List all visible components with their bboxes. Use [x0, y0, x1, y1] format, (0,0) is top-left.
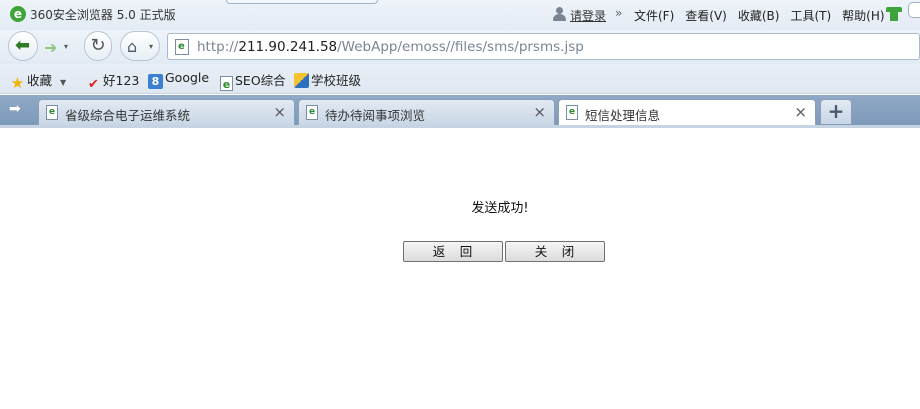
page-icon: e: [175, 39, 189, 55]
bookmark-favorites-label: 收藏: [27, 73, 53, 88]
tab-bar: ➡ e 省级综合电子运维系统 × e 待办待阅事项浏览 × e 短信处理信息 ×…: [0, 95, 920, 126]
url-scheme: http://: [197, 39, 239, 55]
menu-tools[interactable]: 工具(T): [790, 7, 831, 24]
close-icon[interactable]: ×: [273, 103, 286, 121]
close-icon[interactable]: ×: [794, 103, 807, 121]
page-icon: e: [566, 105, 578, 120]
bookmark-seo[interactable]: e SEO综合: [220, 70, 286, 91]
bookmark-favorites[interactable]: ★ 收藏 ▼: [10, 70, 67, 92]
tab-label: 待办待阅事项浏览: [325, 108, 426, 123]
url-host: 211.90.241.58: [238, 39, 338, 55]
google-icon: 8: [148, 74, 163, 89]
bookmark-school-label: 学校班级: [311, 73, 362, 88]
page-icon: e: [306, 105, 318, 120]
forward-arrow-icon[interactable]: ➜: [44, 38, 57, 57]
chevron-right-icon: »: [615, 6, 623, 20]
login-link[interactable]: 请登录: [570, 7, 606, 24]
url-path: /WebApp/emoss//files/sms/prsms.jsp: [337, 39, 584, 55]
home-dropdown-icon[interactable]: ▾: [149, 42, 153, 51]
address-bar[interactable]: e http://211.90.241.58/WebApp/emoss//fil…: [167, 33, 920, 60]
refresh-button[interactable]: ↻: [84, 31, 112, 61]
tab-label: 省级综合电子运维系统: [65, 108, 191, 123]
window-controls-edge: [908, 2, 920, 18]
bookmark-school[interactable]: 学校班级: [294, 70, 361, 88]
back-arrow-icon: ⬅: [15, 35, 31, 56]
home-button[interactable]: ⌂ ▾: [120, 31, 160, 61]
title-bar-notch: [226, 0, 378, 4]
tab-sms-info[interactable]: e 短信处理信息 ×: [558, 99, 816, 126]
plus-icon: +: [827, 99, 845, 123]
browser-logo-icon: e: [10, 6, 26, 22]
user-icon[interactable]: [552, 7, 566, 21]
menu-favorites[interactable]: 收藏(B): [738, 7, 780, 24]
navigation-bar: ⬅ ➜ ▾ ↻ ⌂ ▾ e http://211.90.241.58/WebAp…: [0, 30, 920, 64]
page-content: 发送成功! 返 回 关 闭: [0, 128, 920, 409]
bookmark-google[interactable]: 8 Google: [148, 70, 210, 89]
close-button[interactable]: 关 闭: [505, 241, 605, 262]
page-icon: e: [220, 76, 233, 91]
home-icon: ⌂: [127, 37, 138, 56]
chevron-down-icon: ▼: [60, 78, 67, 87]
hao123-icon: ✔: [88, 77, 99, 92]
return-button[interactable]: 返 回: [403, 241, 503, 262]
close-icon[interactable]: ×: [533, 103, 546, 121]
school-icon: [294, 73, 309, 88]
bookmark-google-label: Google: [165, 70, 210, 85]
star-icon: ★: [10, 74, 25, 92]
back-button[interactable]: ⬅: [8, 31, 38, 61]
refresh-icon: ↻: [90, 35, 106, 56]
page-icon: e: [46, 105, 58, 120]
menu-bar: 文件(F) 查看(V) 收藏(B) 工具(T) 帮助(H): [634, 7, 896, 24]
sidebar-toggle-icon[interactable]: ➡: [9, 101, 21, 117]
bookmark-hao123-label: 好123: [103, 73, 140, 88]
tab-label: 短信处理信息: [585, 108, 661, 123]
menu-help[interactable]: 帮助(H): [842, 7, 884, 24]
status-message: 发送成功!: [471, 201, 529, 216]
bookmark-hao123[interactable]: ✔ 好123: [86, 70, 140, 92]
tab-todo-browse[interactable]: e 待办待阅事项浏览 ×: [298, 99, 555, 125]
tab-ops-system[interactable]: e 省级综合电子运维系统 ×: [38, 99, 295, 125]
bookmark-seo-label: SEO综合: [235, 73, 286, 88]
new-tab-button[interactable]: +: [820, 99, 852, 124]
menu-file[interactable]: 文件(F): [634, 7, 674, 24]
forward-dropdown-icon[interactable]: ▾: [64, 42, 68, 51]
window-title: 360安全浏览器 5.0 正式版: [30, 8, 176, 22]
title-bar: e 360安全浏览器 5.0 正式版 请登录 » 文件(F) 查看(V) 收藏(…: [0, 0, 920, 30]
menu-view[interactable]: 查看(V): [685, 7, 727, 24]
url-text[interactable]: http://211.90.241.58/WebApp/emoss//files…: [197, 39, 584, 55]
bookmarks-bar: ★ 收藏 ▼ ✔ 好123 8 Google e SEO综合 学校班级: [0, 64, 920, 94]
skin-shirt-icon[interactable]: [886, 7, 902, 21]
